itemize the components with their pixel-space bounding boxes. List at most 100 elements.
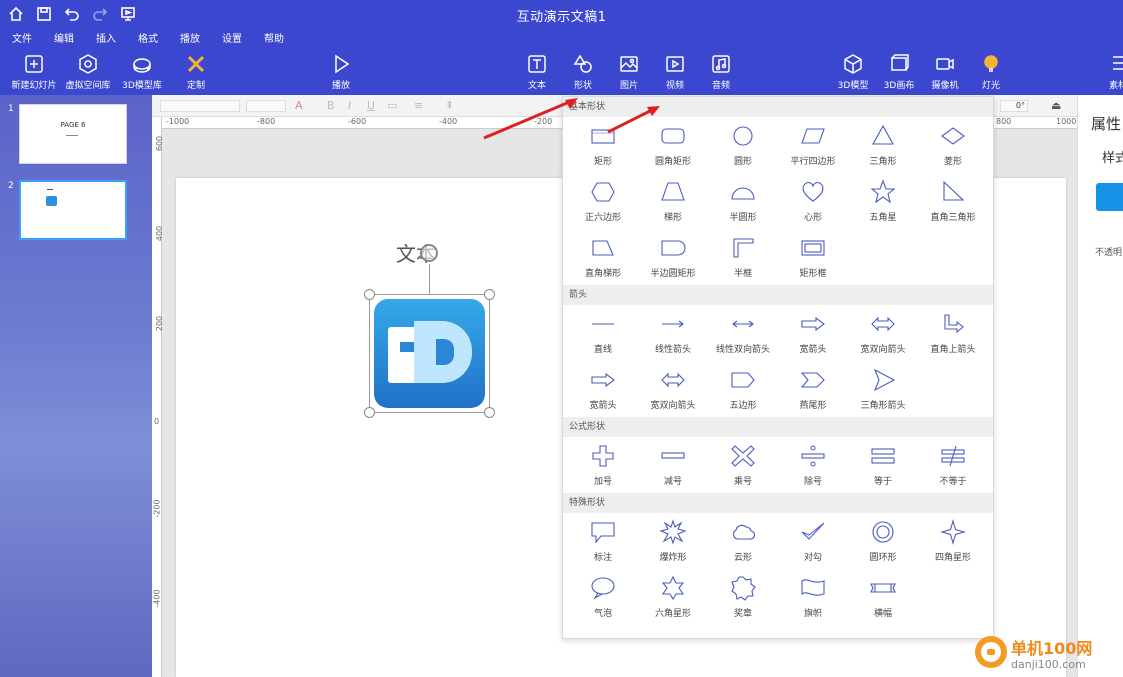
shape-item-cloud[interactable]: 云形	[708, 513, 778, 569]
properties-panel: 属性 样式 不透明	[1077, 95, 1123, 677]
shape-item-bubble[interactable]: 气泡	[568, 569, 638, 625]
shape-item-circle[interactable]: 圆形	[708, 117, 778, 173]
shape-item-star6[interactable]: 六角星形	[638, 569, 708, 625]
shape-item-notequal[interactable]: 不等于	[918, 437, 988, 493]
shape-item-line[interactable]: 直线	[568, 305, 638, 361]
shape-label: 宽箭头	[589, 401, 617, 411]
shape-item-semicircle[interactable]: 半圆形	[708, 173, 778, 229]
shape-item-righttri[interactable]: 直角三角形	[918, 173, 988, 229]
shape-item-arrowline[interactable]: 线性箭头	[638, 305, 708, 361]
shape-item-star5[interactable]: 五角星	[848, 173, 918, 229]
shape-item-widearrow2[interactable]: 宽双向箭头	[848, 305, 918, 361]
resize-handle[interactable]	[484, 289, 495, 300]
ruler-label: 1000	[1056, 117, 1077, 126]
shape-item-explosion[interactable]: 爆炸形	[638, 513, 708, 569]
ruler-label: 800	[996, 117, 1012, 126]
lock-icon[interactable]: ⏏	[1051, 99, 1061, 112]
star6-icon	[661, 575, 685, 601]
rotate-handle-icon[interactable]	[420, 244, 438, 262]
shape-item-banner[interactable]: 横幅	[848, 569, 918, 625]
shape-item-widearrow[interactable]: 宽箭头	[778, 305, 848, 361]
resize-handle[interactable]	[364, 289, 375, 300]
custom-tools-icon	[187, 55, 205, 73]
shape-item-star4[interactable]: 四角星形	[918, 513, 988, 569]
resize-handle[interactable]	[484, 407, 495, 418]
righttri-icon	[943, 180, 965, 201]
model-library-button[interactable]: 3D模型库	[114, 53, 170, 91]
shape-item-trapezoid[interactable]: 梯形	[638, 173, 708, 229]
menu-file[interactable]: 文件	[12, 30, 32, 45]
shape-item-triangle[interactable]: 三角形	[848, 117, 918, 173]
underline-icon[interactable]: U	[367, 99, 375, 112]
slide-thumbnail-selected[interactable]	[19, 180, 127, 240]
selection-box[interactable]	[364, 289, 495, 418]
shape-item-hexagon[interactable]: 正六边形	[568, 173, 638, 229]
slide-thumbnail[interactable]: PAGE 6	[19, 104, 127, 164]
shape-item-parallelogram[interactable]: 平行四边形	[778, 117, 848, 173]
shape-item-check[interactable]: 对勾	[778, 513, 848, 569]
shape-item-divide[interactable]: 除号	[778, 437, 848, 493]
widearrow-icon	[591, 372, 615, 388]
shape-item-frame[interactable]: 矩形框	[778, 229, 848, 285]
shape-item-flag[interactable]: 旗帜	[778, 569, 848, 625]
rotation-field[interactable]: 0°	[1000, 100, 1028, 112]
shape-item-halfroundrect[interactable]: 半边圆矩形	[638, 229, 708, 285]
bold-icon[interactable]: B	[327, 99, 335, 112]
menu-settings[interactable]: 设置	[222, 30, 242, 45]
custom-button[interactable]: 定制	[168, 53, 224, 91]
shape-item-minus[interactable]: 减号	[638, 437, 708, 493]
ruler-label: 0	[154, 417, 160, 426]
style-tab[interactable]: 样式	[1102, 147, 1123, 166]
shape-item-chevron[interactable]: 燕尾形	[778, 361, 848, 417]
italic-icon[interactable]: I	[348, 99, 351, 112]
font-color-icon[interactable]: A	[295, 99, 303, 112]
title-bar: 互动演示文稿1	[0, 0, 1123, 28]
light-button[interactable]: 灯光	[963, 53, 1019, 91]
spacing-icon[interactable]: ⇞	[445, 99, 454, 112]
font-size-select[interactable]	[246, 100, 286, 112]
shape-item-halfframe[interactable]: 半框	[708, 229, 778, 285]
shape-item-equal[interactable]: 等于	[848, 437, 918, 493]
shape-item-callout[interactable]: 标注	[568, 513, 638, 569]
shape-label: 宽双向箭头	[650, 401, 696, 411]
audio-button[interactable]: 音频	[693, 53, 749, 91]
strike-icon[interactable]: ▭	[387, 99, 397, 112]
image-icon	[620, 56, 638, 72]
shape-item-badge[interactable]: 奖章	[708, 569, 778, 625]
align-icon[interactable]: ≡	[414, 99, 423, 112]
divide-icon	[801, 445, 825, 467]
shape-item-donut[interactable]: 圆环形	[848, 513, 918, 569]
shape-item-widearrow2[interactable]: 宽双向箭头	[638, 361, 708, 417]
shape-item-heart[interactable]: 心形	[778, 173, 848, 229]
menu-insert[interactable]: 插入	[96, 30, 116, 45]
shapes-icon	[573, 54, 592, 73]
shape-item-arrowline2[interactable]: 线性双向箭头	[708, 305, 778, 361]
menu-play[interactable]: 播放	[180, 30, 200, 45]
parallelogram-icon	[801, 128, 825, 144]
shape-label: 半边圆矩形	[650, 269, 696, 279]
hexagon-icon	[591, 182, 615, 202]
virtual-space-button[interactable]: 虚拟空间库	[60, 53, 116, 91]
style-color-button[interactable]	[1096, 183, 1123, 211]
assets-button[interactable]: 素材	[1090, 53, 1123, 91]
menu-format[interactable]: 格式	[138, 30, 158, 45]
font-select[interactable]	[160, 100, 240, 112]
shape-item-pentagon[interactable]: 五边形	[708, 361, 778, 417]
shape-item-righttrap[interactable]: 直角梯形	[568, 229, 638, 285]
badge-icon	[731, 576, 756, 601]
resize-handle[interactable]	[364, 407, 375, 418]
menu-edit[interactable]: 编辑	[54, 30, 74, 45]
menu-help[interactable]: 帮助	[264, 30, 284, 45]
star5-icon	[870, 179, 896, 204]
new-slide-button[interactable]: 新建幻灯片	[6, 53, 62, 91]
shape-item-bentarrow[interactable]: 直角上箭头	[918, 305, 988, 361]
shape-label: 宽双向箭头	[860, 345, 906, 355]
shape-item-diamond[interactable]: 菱形	[918, 117, 988, 173]
shape-item-triarrow[interactable]: 三角形箭头	[848, 361, 918, 417]
menu-bar: 文件 编辑 插入 格式 播放 设置 帮助	[0, 28, 1123, 47]
play-button[interactable]: 播放	[313, 53, 369, 91]
shape-item-plus[interactable]: 加号	[568, 437, 638, 493]
shape-item-multiply[interactable]: 乘号	[708, 437, 778, 493]
shape-item-widearrow[interactable]: 宽箭头	[568, 361, 638, 417]
cube-icon	[844, 54, 862, 74]
